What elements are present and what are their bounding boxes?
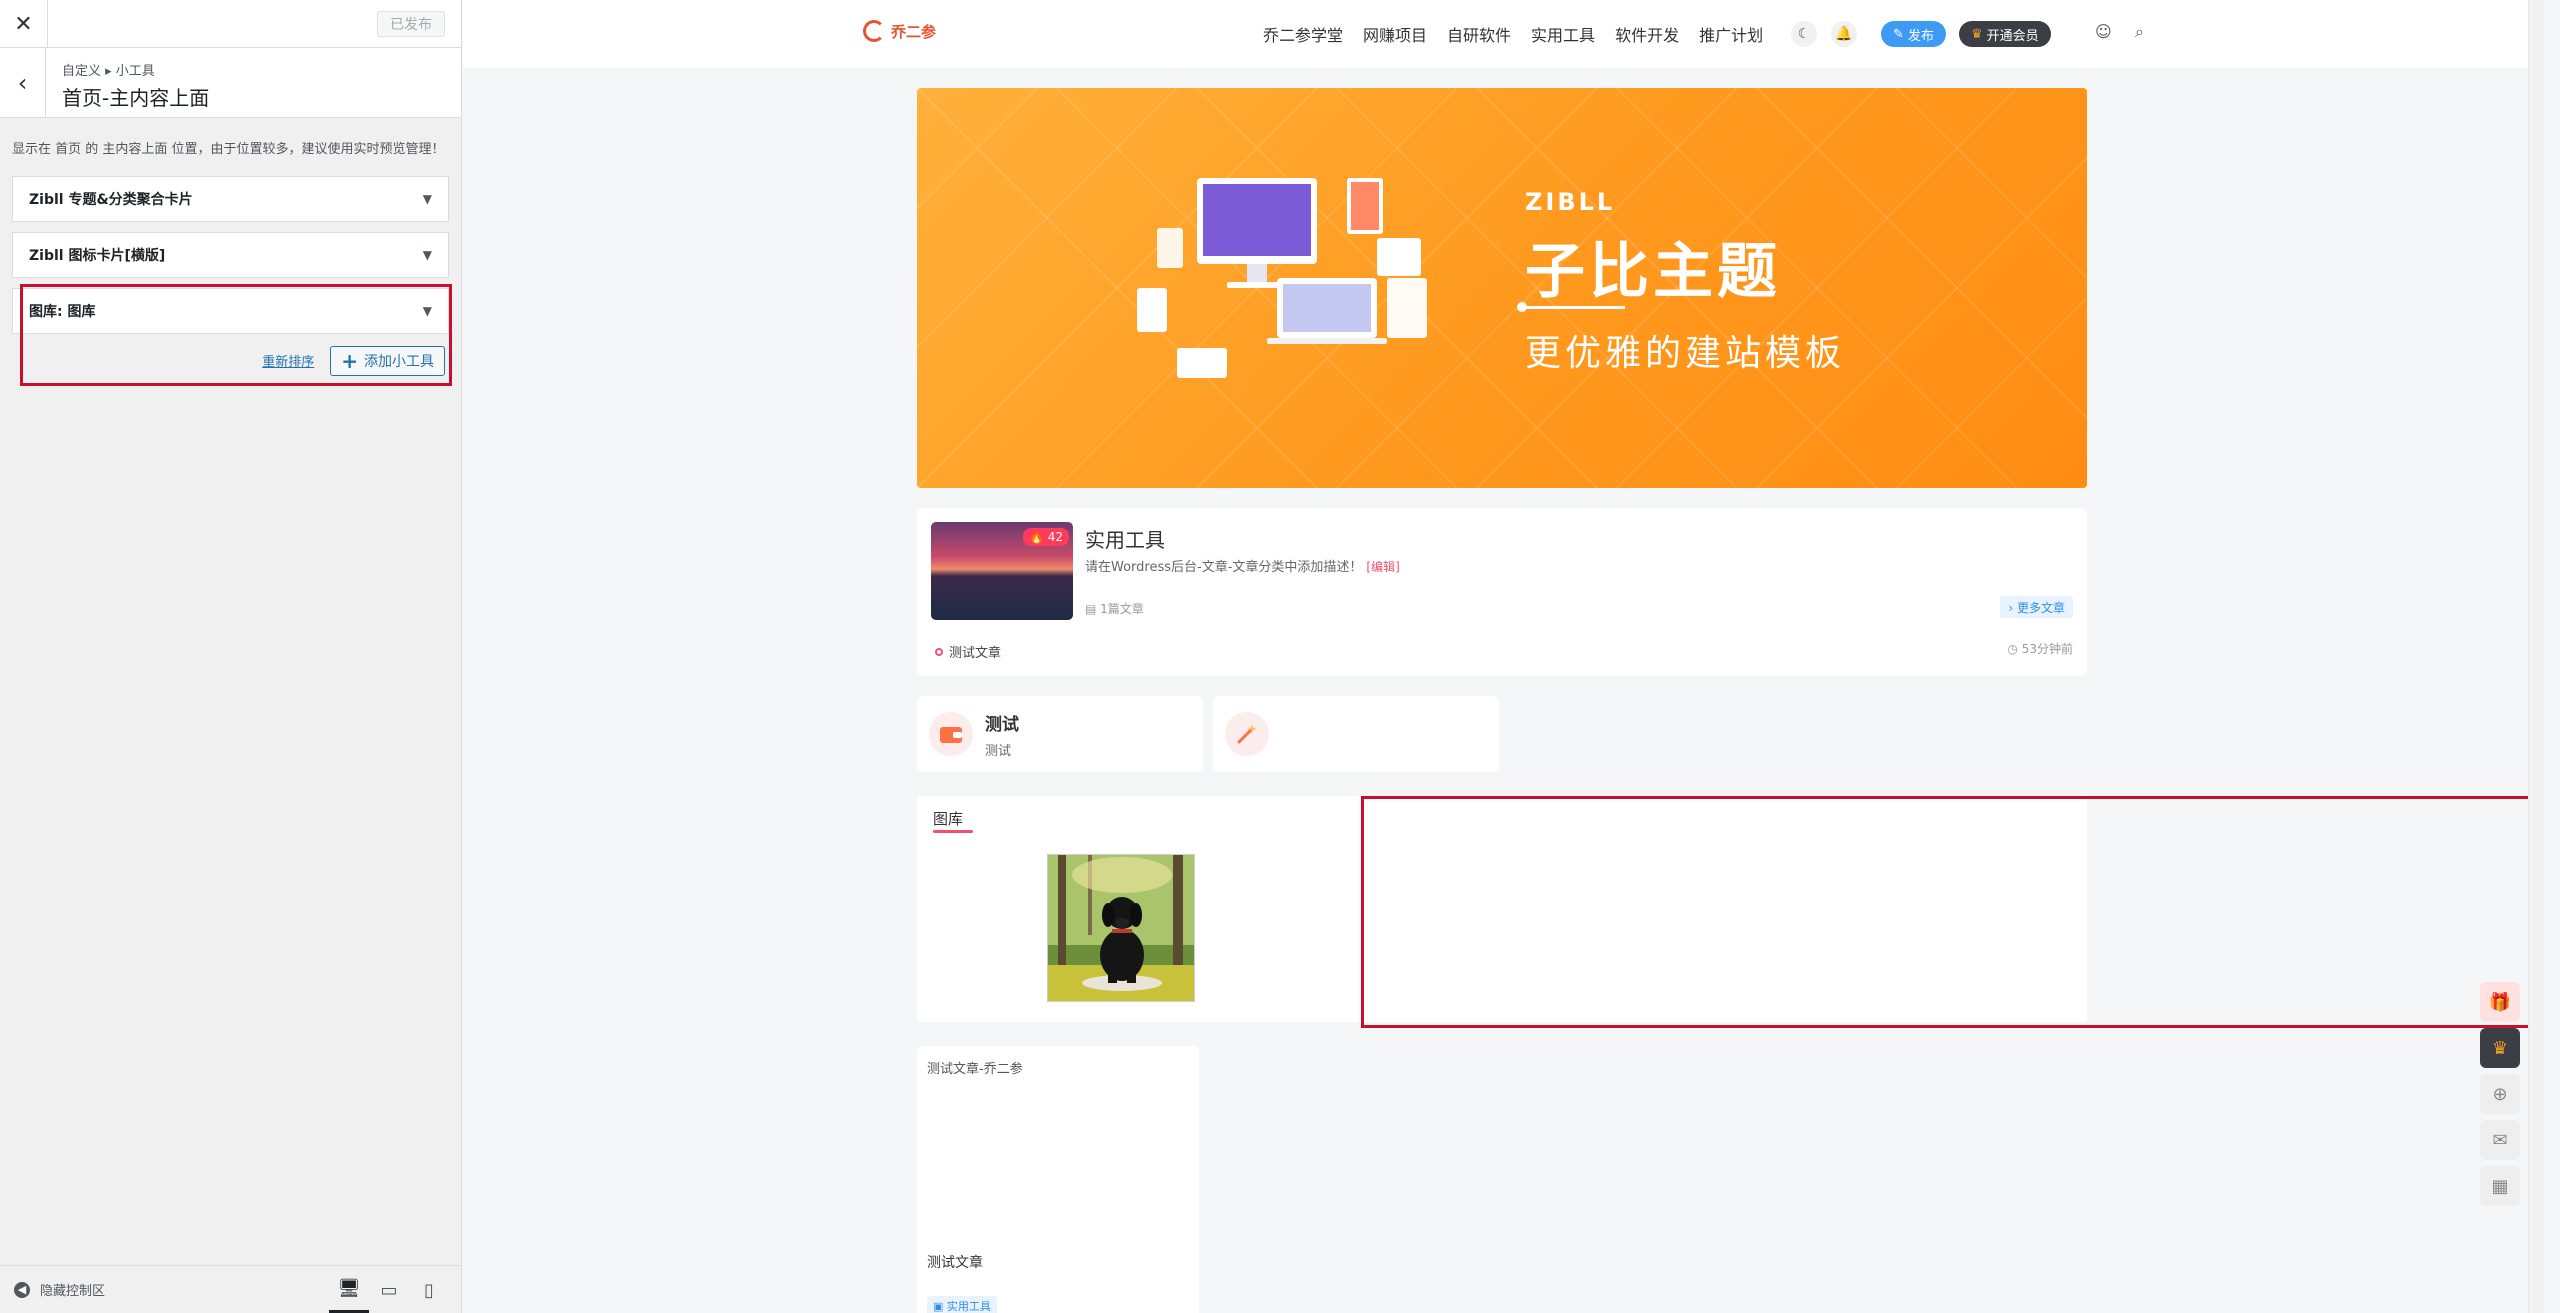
post-category-tag[interactable]: ▣ 实用工具 bbox=[927, 1296, 997, 1313]
post-card[interactable]: 测试文章-乔二参 测试文章 ▣ 实用工具 bbox=[917, 1046, 1199, 1313]
gift-icon[interactable]: 🎁 bbox=[2480, 982, 2520, 1022]
category-thumbnail[interactable]: 🔥 42 bbox=[931, 522, 1073, 620]
gallery-image-dog[interactable] bbox=[1047, 854, 1195, 1002]
hot-badge: 🔥 42 bbox=[1022, 528, 1069, 546]
wallet-icon bbox=[929, 712, 973, 756]
caret-down-icon[interactable]: ▼ bbox=[423, 192, 432, 206]
crown-icon[interactable]: ♛ bbox=[2480, 1028, 2520, 1068]
section-title: 首页-主内容上面 bbox=[62, 86, 210, 110]
customizer-panel: ✕ 已发布 ‹ 自定义 ▸ 小工具 首页-主内容上面 显示在 首页 的 主内容上… bbox=[0, 0, 462, 1313]
category-post-link[interactable]: 测试文章 bbox=[935, 642, 1001, 661]
icon-card-title: 测试 bbox=[985, 715, 1019, 735]
highlight-box bbox=[20, 284, 452, 386]
post-title[interactable]: 测试文章 bbox=[927, 1252, 983, 1272]
customizer-topbar: ✕ 已发布 bbox=[0, 0, 461, 48]
widget-item-icon-cards[interactable]: Zibll 图标卡片[横版] ▼ bbox=[12, 231, 449, 278]
moon-icon[interactable]: ☾ bbox=[1791, 21, 1817, 47]
desktop-icon[interactable]: 🖥 bbox=[329, 1266, 369, 1313]
user-icon[interactable]: ☺ bbox=[2095, 22, 2112, 41]
device-switcher: 🖥 ▭ ▯ bbox=[329, 1266, 449, 1313]
nav-item[interactable]: 推广计划 bbox=[1699, 22, 1763, 46]
category-title[interactable]: 实用工具 bbox=[1085, 524, 1165, 553]
breadcrumb: 自定义 ▸ 小工具 bbox=[62, 64, 155, 79]
nav-item[interactable]: 实用工具 bbox=[1531, 22, 1595, 46]
widget-label: Zibll 专题&分类聚合卡片 bbox=[29, 191, 193, 208]
tablet-icon[interactable]: ▭ bbox=[369, 1266, 409, 1313]
nav-item[interactable]: 软件开发 bbox=[1615, 22, 1679, 46]
vip-button[interactable]: ♛ 开通会员 bbox=[1959, 21, 2051, 47]
icon-card-subtitle: 测试 bbox=[985, 744, 1012, 759]
pencil-icon: ✎ bbox=[1893, 26, 1904, 42]
post-image-alt[interactable]: 测试文章-乔二参 bbox=[927, 1058, 1023, 1077]
brand-title: 子比主题 bbox=[1525, 237, 1781, 307]
bullet-icon bbox=[935, 647, 943, 656]
site-preview: 乔二参 乔二参学堂 网赚项目 自研软件 实用工具 软件开发 推广计划 ☾ 🔔 ✎… bbox=[463, 0, 2544, 1313]
add-circle-icon[interactable]: ⊕ bbox=[2480, 1074, 2520, 1114]
more-posts-button[interactable]: › 更多文章 bbox=[2000, 596, 2073, 618]
bell-icon[interactable]: 🔔 bbox=[1831, 21, 1857, 47]
close-icon[interactable]: ✕ bbox=[0, 0, 48, 48]
post-time: ◷ 53分钟前 bbox=[2007, 642, 2073, 656]
widget-label: Zibll 图标卡片[横版] bbox=[29, 247, 166, 264]
hide-controls-link[interactable]: 隐藏控制区 bbox=[40, 1280, 105, 1299]
brand-line bbox=[1525, 306, 1625, 309]
customizer-footer: ◀ 隐藏控制区 🖥 ▭ ▯ bbox=[0, 1265, 461, 1313]
section-header: ‹ 自定义 ▸ 小工具 首页-主内容上面 bbox=[0, 48, 461, 118]
scrollbar[interactable] bbox=[2528, 0, 2544, 1313]
published-button[interactable]: 已发布 bbox=[377, 11, 445, 37]
search-icon[interactable]: ⌕ bbox=[2135, 22, 2144, 42]
icon-card[interactable] bbox=[1213, 696, 1499, 772]
brand-subtitle: 更优雅的建站模板 bbox=[1525, 333, 1846, 374]
wechat-icon[interactable]: ✉ bbox=[2480, 1120, 2520, 1160]
back-icon[interactable]: ‹ bbox=[0, 48, 46, 118]
main-nav: 乔二参学堂 网赚项目 自研软件 实用工具 软件开发 推广计划 bbox=[1263, 22, 1763, 46]
edit-link[interactable]: [编辑] bbox=[1366, 560, 1399, 574]
logo-text: 乔二参 bbox=[891, 22, 937, 41]
logo-icon bbox=[863, 20, 885, 42]
mobile-icon[interactable]: ▯ bbox=[409, 1266, 449, 1313]
banner-illustration bbox=[917, 88, 2087, 488]
qrcode-icon[interactable]: ▦ bbox=[2480, 1166, 2520, 1206]
collapse-icon[interactable]: ◀ bbox=[14, 1281, 30, 1298]
hero-banner[interactable]: ZIBLL 子比主题 更优雅的建站模板 bbox=[917, 88, 2087, 488]
icon-card[interactable]: 测试 测试 bbox=[917, 696, 1203, 772]
site-header: 乔二参 乔二参学堂 网赚项目 自研软件 实用工具 软件开发 推广计划 ☾ 🔔 ✎… bbox=[463, 0, 2544, 68]
category-card: 🔥 42 实用工具 请在Wordress后台-文章-文章分类中添加描述！ [编辑]… bbox=[917, 508, 2087, 676]
magic-wand-icon bbox=[1225, 712, 1269, 756]
nav-item[interactable]: 乔二参学堂 bbox=[1263, 22, 1343, 46]
widget-item-topic-cards[interactable]: Zibll 专题&分类聚合卡片 ▼ bbox=[12, 175, 449, 222]
nav-item[interactable]: 自研软件 bbox=[1447, 22, 1511, 46]
crown-icon: ♛ bbox=[1971, 26, 1983, 42]
brand-small: ZIBLL bbox=[1525, 188, 1616, 216]
gallery-title: 图库 bbox=[933, 810, 964, 828]
site-logo[interactable]: 乔二参 bbox=[863, 20, 936, 42]
nav-item[interactable]: 网赚项目 bbox=[1363, 22, 1427, 46]
highlight-box bbox=[1361, 796, 2542, 1028]
publish-button[interactable]: ✎ 发布 bbox=[1881, 21, 1946, 47]
caret-down-icon[interactable]: ▼ bbox=[423, 248, 432, 262]
post-count: ▤ 1篇文章 bbox=[1085, 602, 1144, 616]
category-description: 请在Wordress后台-文章-文章分类中添加描述！ [编辑] bbox=[1085, 560, 1400, 575]
title-underline bbox=[933, 830, 973, 833]
section-description: 显示在 首页 的 主内容上面 位置，由于位置较多，建议使用实时预览管理！ bbox=[12, 142, 445, 157]
